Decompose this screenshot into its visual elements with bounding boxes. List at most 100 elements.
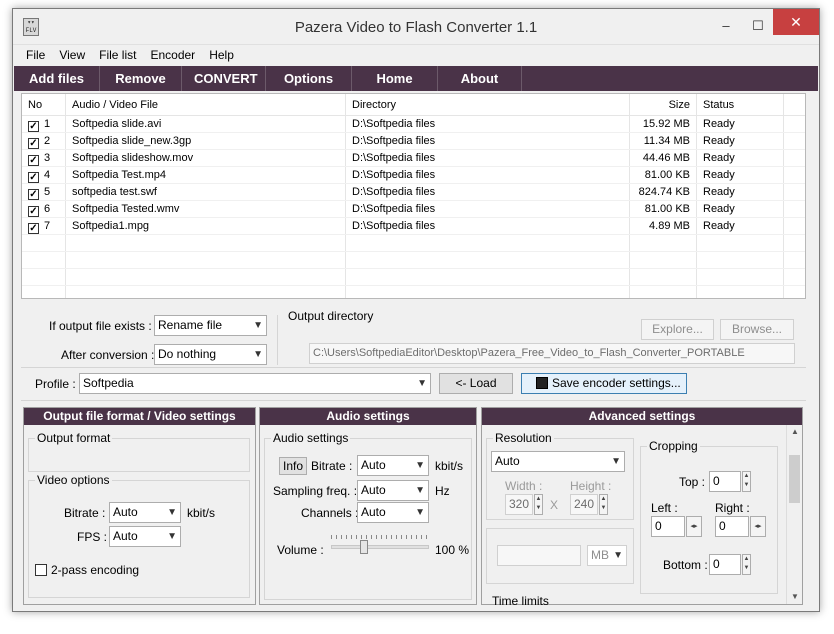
crop-top-spinner[interactable]: ▲ ▼ <box>742 471 751 492</box>
table-row[interactable]: ✓ 7 Softpedia1.mpg D:\Softpedia files 4.8… <box>22 218 805 235</box>
if-exists-label: If output file exists : <box>49 319 152 333</box>
width-field[interactable]: 320 <box>505 494 533 515</box>
menu-file[interactable]: File <box>19 45 52 65</box>
resolution-select[interactable]: Auto ▼ <box>491 451 625 472</box>
row-size: 15.92 MB <box>630 116 697 132</box>
channels-select[interactable]: Auto ▼ <box>357 502 429 523</box>
resolution-title: Resolution <box>493 431 554 445</box>
crop-bottom-field[interactable]: 0 <box>709 554 741 575</box>
file-list[interactable]: No Audio / Video File Directory Size Sta… <box>21 93 806 299</box>
output-directory-field[interactable]: C:\Users\SoftpediaEditor\Desktop\Pazera_… <box>309 343 795 364</box>
home-page-button[interactable]: Home page <box>352 66 438 111</box>
size-limit-field[interactable] <box>497 545 581 566</box>
row-no: 1 <box>44 118 51 130</box>
maximize-button[interactable]: ☐ <box>743 15 773 37</box>
sampling-label: Sampling freq. : <box>273 484 358 498</box>
volume-slider-thumb[interactable] <box>360 540 368 554</box>
audio-bitrate-unit: kbit/s <box>435 459 464 473</box>
volume-label: Volume : <box>277 543 324 557</box>
row-size: 44.46 MB <box>630 150 697 166</box>
video-bitrate-select[interactable]: Auto ▼ <box>109 502 181 523</box>
browse-button[interactable]: Browse... <box>720 319 794 340</box>
table-row[interactable]: ✓ 3 Softpedia slideshow.mov D:\Softpedia … <box>22 150 805 167</box>
audio-bitrate-select[interactable]: Auto ▼ <box>357 455 429 476</box>
minimize-button[interactable]: – <box>711 15 741 37</box>
height-field[interactable]: 240 <box>570 494 598 515</box>
row-checkbox[interactable]: ✓ <box>28 223 39 234</box>
profile-select[interactable]: Softpedia ▼ <box>79 373 431 394</box>
if-exists-select[interactable]: Rename file ▼ <box>154 315 267 336</box>
row-status: Ready <box>697 201 784 217</box>
explore-button[interactable]: Explore... <box>641 319 714 340</box>
col-header-file[interactable]: Audio / Video File <box>66 94 346 115</box>
crop-right-field[interactable]: 0 <box>715 516 749 537</box>
crop-left-spinner[interactable]: ◂▸ <box>686 516 702 537</box>
row-checkbox[interactable]: ✓ <box>28 121 39 132</box>
crop-right-spinner[interactable]: ◂▸ <box>750 516 766 537</box>
crop-top-field[interactable]: 0 <box>709 471 741 492</box>
scroll-thumb[interactable] <box>789 455 800 503</box>
row-checkbox[interactable]: ✓ <box>28 172 39 183</box>
save-encoder-label: Save encoder settings... <box>552 376 681 390</box>
sampling-select[interactable]: Auto ▼ <box>357 480 429 501</box>
menu-help[interactable]: Help <box>202 45 241 65</box>
table-row[interactable]: ✓ 5 softpedia test.swf D:\Softpedia files… <box>22 184 805 201</box>
chevron-down-icon: ▼ <box>415 507 425 518</box>
chevron-down-icon: ▼ <box>415 460 425 471</box>
col-header-directory[interactable]: Directory <box>346 94 630 115</box>
crop-left-field[interactable]: 0 <box>651 516 685 537</box>
about-button[interactable]: About <box>438 66 522 91</box>
menu-encoder[interactable]: Encoder <box>143 45 202 65</box>
audio-bitrate-value: Auto <box>361 458 386 472</box>
row-checkbox[interactable]: ✓ <box>28 155 39 166</box>
load-button[interactable]: <- Load <box>439 373 513 394</box>
height-label: Height : <box>570 479 612 493</box>
row-dir: D:\Softpedia files <box>346 116 630 132</box>
height-spinner[interactable]: ▲ ▼ <box>599 494 608 515</box>
two-pass-checkbox[interactable] <box>35 564 47 576</box>
window-title: Pazera Video to Flash Converter 1.1 <box>294 19 538 36</box>
video-options-group: Video options Bitrate : Auto ▼ kbit/s FPS… <box>28 473 250 598</box>
table-row[interactable]: ✓ 1 Softpedia slide.avi D:\Softpedia file… <box>22 116 805 133</box>
chevron-down-icon: ▼ <box>613 550 623 561</box>
empty-row <box>22 235 805 252</box>
chevron-down-icon: ▼ <box>417 378 427 389</box>
save-encoder-settings-button[interactable]: Save encoder settings... <box>521 373 687 394</box>
scroll-up-icon[interactable]: ▲ <box>787 425 803 439</box>
convert-button[interactable]: CONVERT <box>182 66 266 91</box>
width-spinner[interactable]: ▲ ▼ <box>534 494 543 515</box>
fps-select[interactable]: Auto ▼ <box>109 526 181 547</box>
row-checkbox[interactable]: ✓ <box>28 206 39 217</box>
after-conversion-select[interactable]: Do nothing ▼ <box>154 344 267 365</box>
two-pass-label: 2-pass encoding <box>51 563 140 577</box>
row-file: softpedia test.swf <box>66 184 346 200</box>
size-unit-select[interactable]: MB ▼ <box>587 545 627 566</box>
audio-settings-panel: Audio settings Audio settings Info Bitra… <box>259 407 477 605</box>
table-row[interactable]: ✓ 6 Softpedia Tested.wmv D:\Softpedia fil… <box>22 201 805 218</box>
row-checkbox[interactable]: ✓ <box>28 138 39 149</box>
row-checkbox[interactable]: ✓ <box>28 189 39 200</box>
col-header-status[interactable]: Status <box>697 94 784 115</box>
add-files-button[interactable]: Add files <box>14 66 100 91</box>
row-size: 11.34 MB <box>630 133 697 149</box>
advanced-scrollbar[interactable]: ▲ ▼ <box>786 425 802 604</box>
video-settings-panel: Output file format / Video settings Outp… <box>23 407 256 605</box>
channels-label: Channels : <box>301 506 359 520</box>
volume-slider[interactable] <box>331 545 429 549</box>
info-button[interactable]: Info <box>279 457 307 475</box>
menu-file-list[interactable]: File list <box>92 45 143 65</box>
resolution-value: Auto <box>495 454 520 468</box>
col-header-no[interactable]: No <box>22 94 66 115</box>
remove-button[interactable]: Remove <box>100 66 182 91</box>
row-dir: D:\Softpedia files <box>346 201 630 217</box>
row-size: 81.00 KB <box>630 167 697 183</box>
table-row[interactable]: ✓ 2 Softpedia slide_new.3gp D:\Softpedia … <box>22 133 805 150</box>
cropping-title: Cropping <box>647 439 700 453</box>
options-button[interactable]: Options <box>266 66 352 91</box>
crop-bottom-spinner[interactable]: ▲ ▼ <box>742 554 751 575</box>
scroll-down-icon[interactable]: ▼ <box>787 590 803 604</box>
table-row[interactable]: ✓ 4 Softpedia Test.mp4 D:\Softpedia files… <box>22 167 805 184</box>
col-header-size[interactable]: Size <box>630 94 697 115</box>
close-button[interactable]: ✕ <box>773 9 819 35</box>
menu-view[interactable]: View <box>52 45 92 65</box>
